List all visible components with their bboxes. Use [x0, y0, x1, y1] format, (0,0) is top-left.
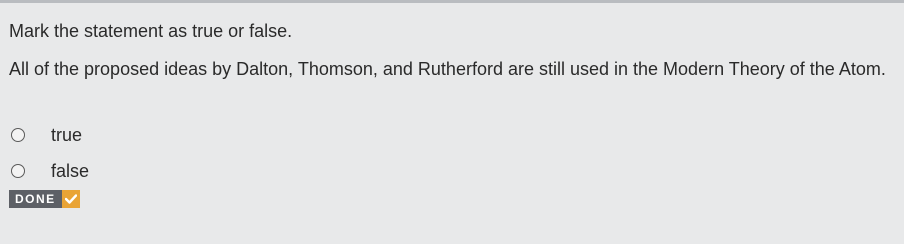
done-button[interactable]: DONE [9, 190, 80, 208]
radio-button-false[interactable] [11, 164, 25, 178]
question-statement: All of the proposed ideas by Dalton, Tho… [9, 59, 886, 79]
done-button-label: DONE [9, 190, 62, 208]
option-true[interactable]: true [11, 124, 82, 146]
question-instruction: Mark the statement as true or false. [9, 21, 293, 41]
option-label-false: false [51, 161, 90, 181]
radio-button-true[interactable] [11, 128, 25, 142]
option-label-true: true [51, 125, 83, 145]
checkmark-icon [61, 190, 80, 208]
option-false[interactable]: false [11, 160, 89, 182]
top-divider [0, 0, 904, 3]
